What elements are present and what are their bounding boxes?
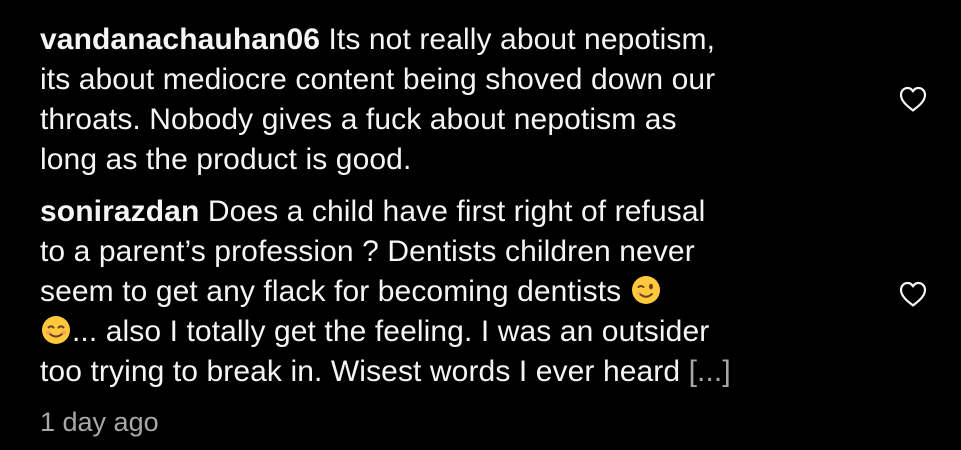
- comment-text: too trying to break in. Wisest words I e…: [40, 355, 689, 388]
- comment-text: throats. Nobody gives a fuck about nepot…: [40, 103, 677, 136]
- comment-line: sonirazdan Does a child have first right…: [40, 192, 840, 232]
- comment-vandanachauhan06: vandanachauhan06 Its not really about ne…: [40, 20, 840, 180]
- comment-text: Its not really about nepotism,: [328, 23, 716, 56]
- comment-text: its about mediocre content being shoved …: [40, 63, 716, 96]
- more-link[interactable]: [...]: [689, 355, 731, 388]
- comment-line: vandanachauhan06 Its not really about ne…: [40, 20, 840, 60]
- comment-text: long as the product is good.: [40, 143, 412, 176]
- heart-outline-icon[interactable]: [898, 280, 928, 308]
- heart-outline-icon[interactable]: [898, 85, 928, 113]
- comment-line: too trying to break in. Wisest words I e…: [40, 352, 840, 392]
- smiling-face-emoji: [42, 316, 70, 344]
- winking-face-emoji: [631, 276, 660, 304]
- comment-text: to a parent’s profession ? Dentists chil…: [40, 235, 695, 268]
- comment-username[interactable]: vandanachauhan06: [40, 23, 320, 56]
- comment-username[interactable]: sonirazdan: [40, 195, 199, 228]
- comment-line: ... also I totally get the feeling. I wa…: [40, 312, 840, 352]
- comment-text: seem to get any flack for becoming denti…: [40, 275, 630, 308]
- comment-text: Does a child have first right of refusal: [207, 195, 706, 228]
- comment-line: seem to get any flack for becoming denti…: [40, 272, 840, 312]
- comment-sonirazdan: sonirazdan Does a child have first right…: [40, 192, 840, 392]
- comment-timestamp: 1 day ago: [40, 407, 159, 437]
- comment-text: ... also I totally get the feeling. I wa…: [72, 315, 710, 348]
